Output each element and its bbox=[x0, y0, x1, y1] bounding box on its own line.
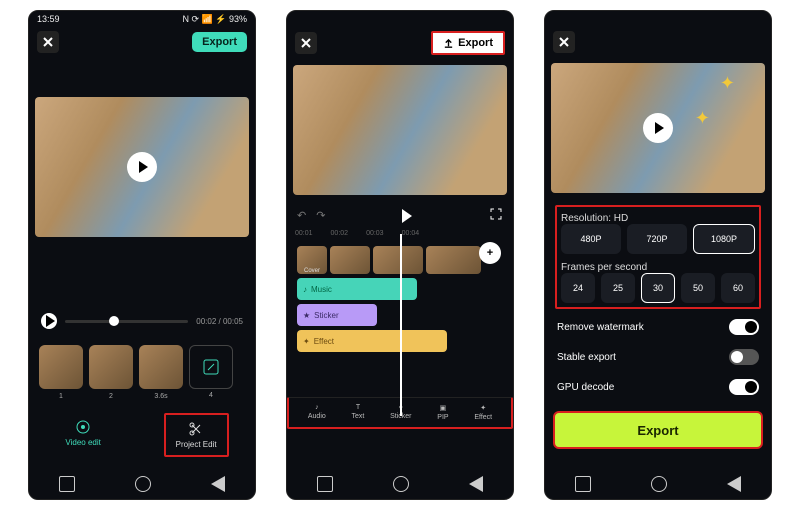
clip-edit-thumb[interactable]: 4 bbox=[189, 345, 233, 389]
nav-back-icon[interactable] bbox=[727, 476, 741, 492]
close-button[interactable] bbox=[295, 32, 317, 54]
sparkle-icon: ✦ bbox=[695, 108, 710, 129]
toggle-gpu: GPU decode bbox=[555, 375, 761, 399]
play-icon[interactable] bbox=[127, 152, 157, 182]
video-preview[interactable] bbox=[293, 65, 507, 195]
watermark-switch[interactable] bbox=[729, 319, 759, 335]
status-right: N ⟳ 📶 ⚡ 93% bbox=[183, 14, 247, 25]
clip-strip: 1 2 3.6s 4 bbox=[29, 339, 255, 395]
clip-thumb[interactable]: 3.6s bbox=[139, 345, 183, 389]
upload-icon bbox=[443, 38, 454, 49]
music-track[interactable]: ♪ Music bbox=[297, 278, 417, 300]
progress-bar: 00:02 / 00:05 bbox=[29, 313, 255, 329]
gpu-label: GPU decode bbox=[557, 382, 614, 393]
fps-24[interactable]: 24 bbox=[561, 273, 595, 303]
tool-pip[interactable]: ▣PIP bbox=[437, 404, 448, 421]
res-480p[interactable]: 480P bbox=[561, 224, 621, 254]
resolution-options: 480P 720P 1080P bbox=[561, 224, 755, 254]
video-edit-label: Video edit bbox=[65, 438, 100, 447]
sticker-track[interactable]: ★ Sticker bbox=[297, 304, 377, 326]
tool-audio[interactable]: ♪Audio bbox=[308, 404, 326, 421]
play-icon[interactable] bbox=[643, 113, 673, 143]
nav-home-icon[interactable] bbox=[135, 476, 151, 492]
sparkle-icon: ✦ bbox=[720, 73, 735, 94]
topbar: Export bbox=[29, 27, 255, 57]
timeline-clip[interactable] bbox=[373, 246, 423, 274]
pip-icon: ▣ bbox=[440, 404, 447, 412]
stable-switch[interactable] bbox=[729, 349, 759, 365]
project-edit-button[interactable]: Project Edit bbox=[164, 413, 229, 457]
topbar bbox=[545, 27, 771, 57]
playback-controls: ↶ ↷ bbox=[287, 201, 513, 230]
clip-thumb[interactable]: 2 bbox=[89, 345, 133, 389]
close-button[interactable] bbox=[37, 31, 59, 53]
toggle-stable: Stable export bbox=[555, 345, 761, 369]
android-nav bbox=[545, 469, 771, 499]
status-bar: 13:59 N ⟳ 📶 ⚡ 93% bbox=[29, 11, 255, 27]
effect-track[interactable]: ✦ Effect bbox=[297, 330, 447, 352]
status-bar bbox=[287, 11, 513, 27]
tool-effect[interactable]: ✦Effect bbox=[474, 404, 492, 421]
timeline[interactable]: + Cover ♪ Music ★ Sticker ✦ Effect bbox=[287, 242, 513, 356]
stable-label: Stable export bbox=[557, 352, 616, 363]
nav-back-icon[interactable] bbox=[469, 476, 483, 492]
nav-home-icon[interactable] bbox=[651, 476, 667, 492]
seek-thumb[interactable] bbox=[109, 316, 119, 326]
android-nav bbox=[29, 469, 255, 499]
nav-recent-icon[interactable] bbox=[317, 476, 333, 492]
audio-icon: ♪ bbox=[315, 404, 319, 411]
nav-recent-icon[interactable] bbox=[575, 476, 591, 492]
fps-50[interactable]: 50 bbox=[681, 273, 715, 303]
add-clip-button[interactable]: + bbox=[479, 242, 501, 264]
fps-60[interactable]: 60 bbox=[721, 273, 755, 303]
fullscreen-icon[interactable] bbox=[489, 207, 503, 224]
phone-screen-3: ✦ ✦ Resolution: HD 480P 720P 1080P Frame… bbox=[544, 10, 772, 500]
fps-options: 24 25 30 50 60 bbox=[561, 273, 755, 303]
android-nav bbox=[287, 469, 513, 499]
project-edit-label: Project Edit bbox=[176, 440, 217, 449]
play-icon[interactable] bbox=[402, 209, 412, 223]
video-edit-button[interactable]: Video edit bbox=[55, 413, 110, 457]
nav-recent-icon[interactable] bbox=[59, 476, 75, 492]
timeline-clip[interactable] bbox=[330, 246, 370, 274]
cover-clip[interactable]: Cover bbox=[297, 246, 327, 274]
fps-title: Frames per second bbox=[561, 262, 755, 273]
export-button[interactable]: Export bbox=[192, 32, 247, 52]
scissors-icon bbox=[188, 421, 204, 437]
fps-25[interactable]: 25 bbox=[601, 273, 635, 303]
play-small-icon[interactable] bbox=[41, 313, 57, 329]
resolution-title: Resolution: HD bbox=[561, 213, 755, 224]
text-icon: T bbox=[356, 404, 360, 411]
watermark-label: Remove watermark bbox=[557, 322, 644, 333]
export-button-large[interactable]: Export bbox=[553, 411, 763, 449]
video-preview[interactable]: ✦ ✦ bbox=[551, 63, 765, 193]
phone-screen-1: 13:59 N ⟳ 📶 ⚡ 93% Export 00:02 / 00:05 1… bbox=[28, 10, 256, 500]
status-bar bbox=[545, 11, 771, 27]
video-preview[interactable] bbox=[35, 97, 249, 237]
effect-icon: ✦ bbox=[480, 404, 486, 412]
res-1080p[interactable]: 1080P bbox=[693, 224, 755, 254]
bottom-actions: Video edit Project Edit bbox=[29, 413, 255, 457]
undo-icon[interactable]: ↶ bbox=[297, 209, 306, 222]
gpu-switch[interactable] bbox=[729, 379, 759, 395]
fps-30[interactable]: 30 bbox=[641, 273, 675, 303]
status-time: 13:59 bbox=[37, 14, 60, 24]
seek-track[interactable] bbox=[65, 320, 188, 323]
redo-icon[interactable]: ↷ bbox=[316, 209, 325, 222]
topbar: Export bbox=[287, 27, 513, 59]
phone-screen-2: Export ↶ ↷ 00:0100:0200:0300:04 + Cover … bbox=[286, 10, 514, 500]
export-button[interactable]: Export bbox=[431, 31, 505, 55]
time-label: 00:02 / 00:05 bbox=[196, 317, 243, 326]
toggle-watermark: Remove watermark bbox=[555, 315, 761, 339]
nav-home-icon[interactable] bbox=[393, 476, 409, 492]
res-720p[interactable]: 720P bbox=[627, 224, 687, 254]
nav-back-icon[interactable] bbox=[211, 476, 225, 492]
tool-text[interactable]: TText bbox=[352, 404, 365, 421]
close-button[interactable] bbox=[553, 31, 575, 53]
clip-thumb[interactable]: 1 bbox=[39, 345, 83, 389]
playhead[interactable] bbox=[400, 234, 402, 416]
timeline-clip[interactable] bbox=[426, 246, 481, 274]
